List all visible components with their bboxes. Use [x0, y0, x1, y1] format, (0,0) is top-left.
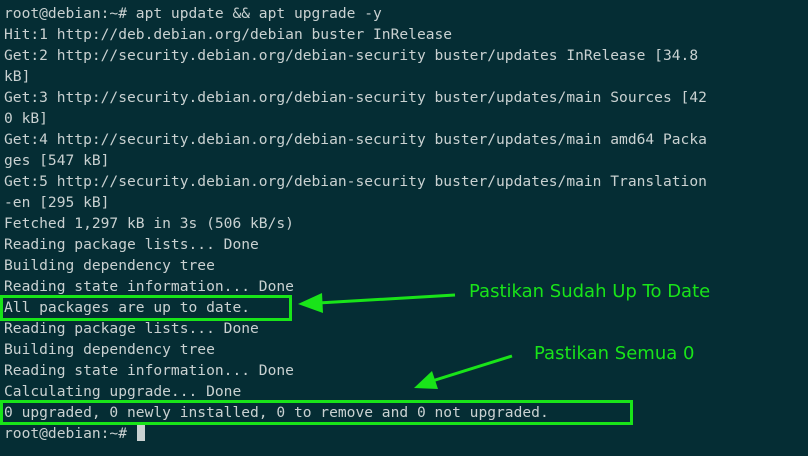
- output-line: Calculating upgrade... Done: [4, 383, 242, 400]
- output-line: Building dependency tree: [4, 257, 215, 274]
- summary-highlight-box: [0, 400, 633, 425]
- output-line: Get:5 http://security.debian.org/debian-…: [4, 173, 707, 190]
- output-line: ges [547 kB]: [4, 152, 110, 169]
- annotation-all-zero: Pastikan Semua 0: [534, 343, 695, 364]
- output-line: -en [295 kB]: [4, 194, 110, 211]
- text-cursor: [136, 424, 145, 441]
- output-line: Reading package lists... Done: [4, 320, 259, 337]
- output-line: Reading package lists... Done: [4, 236, 259, 253]
- shell-prompt: root@debian:~#: [4, 425, 136, 442]
- output-line: Get:4 http://security.debian.org/debian-…: [4, 131, 707, 148]
- annotation-up-to-date: Pastikan Sudah Up To Date: [469, 281, 711, 302]
- output-line: 0 kB]: [4, 110, 48, 127]
- prompt-line[interactable]: root@debian:~#: [4, 423, 808, 444]
- output-line: Hit:1 http://deb.debian.org/debian buste…: [4, 26, 453, 43]
- output-line: kB]: [4, 68, 31, 85]
- command-line: root@debian:~# apt update && apt upgrade…: [4, 5, 382, 22]
- output-line: Fetched 1,297 kB in 3s (506 kB/s): [4, 215, 294, 232]
- output-line: Get:2 http://security.debian.org/debian-…: [4, 47, 699, 64]
- terminal-window[interactable]: root@debian:~# apt update && apt upgrade…: [0, 0, 808, 456]
- output-line: Get:3 http://security.debian.org/debian-…: [4, 89, 707, 106]
- up-to-date-highlight-box: [0, 295, 292, 321]
